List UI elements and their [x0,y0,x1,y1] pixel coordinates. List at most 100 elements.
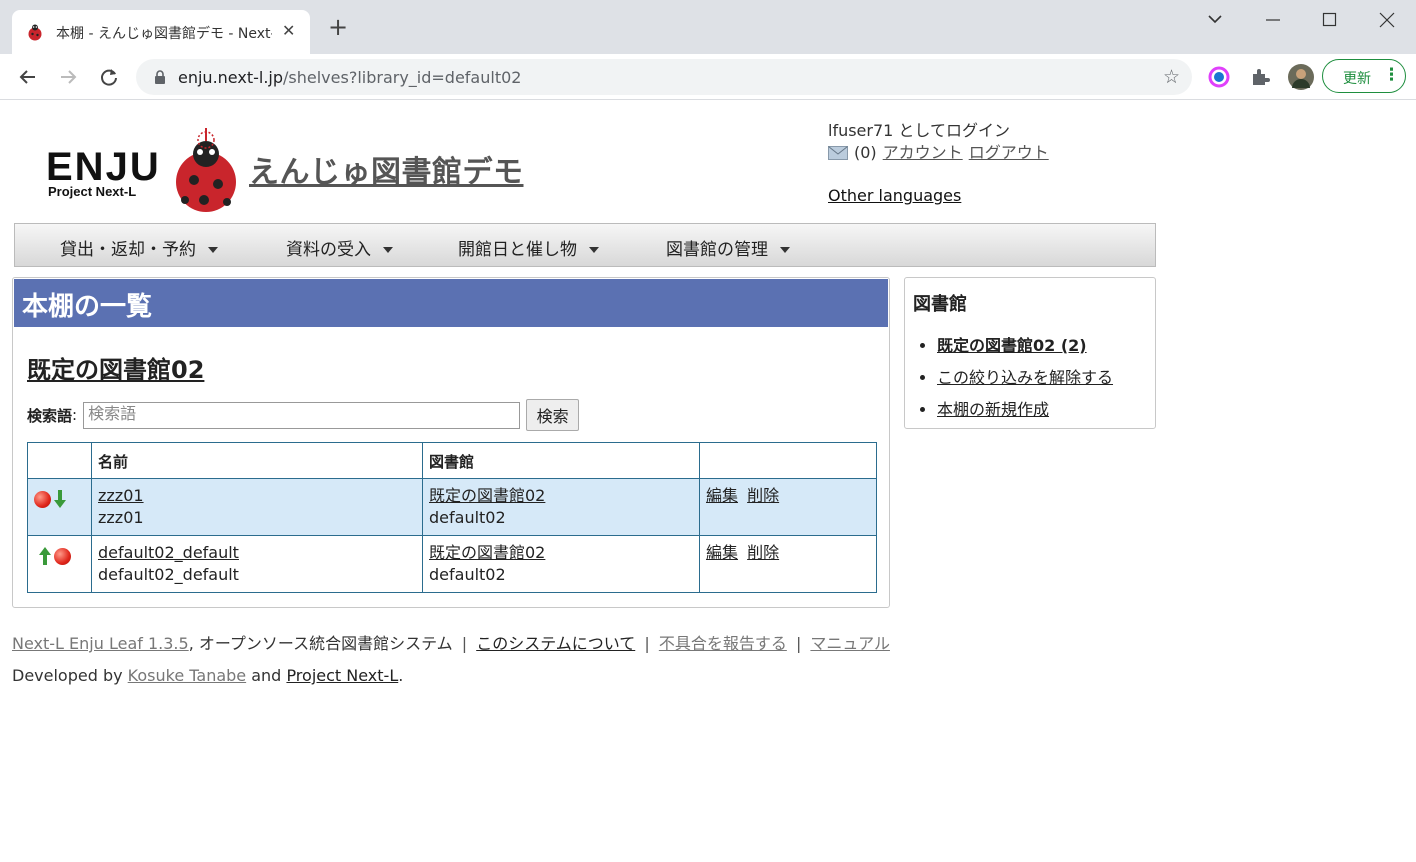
tab-close-icon[interactable]: ✕ [282,21,295,40]
browser-tab[interactable]: 本棚 - えんじゅ図書館デモ - Next-L Enju Leaf ✕ [12,10,310,54]
forward-icon[interactable] [57,66,79,88]
new-tab-icon[interactable]: + [328,15,348,39]
column-header-actions [699,442,877,479]
footer-line-1: Next-L Enju Leaf 1.3.5, オープンソース統合図書館システム… [12,628,890,660]
menu-library-admin[interactable]: 図書館の管理 [666,235,790,260]
project-link[interactable]: Project Next-L [286,666,398,685]
caret-down-icon [208,247,218,253]
shelves-table: 名前 図書館 zzz01 zzz01 既定の図書館02 default02 編集… [27,442,877,593]
row-icons [27,478,92,536]
ladybug-favicon-icon [28,24,42,41]
edit-link[interactable]: 編集 [706,486,738,505]
svg-text:Project Next-L: Project Next-L [48,184,136,199]
sidebar-item-link[interactable]: 既定の図書館02 (2) [937,336,1087,355]
delete-link[interactable]: 削除 [747,543,779,562]
developed-by-text: Developed by [12,666,123,685]
menu-label: 開館日と催し物 [458,240,577,260]
library-link[interactable]: 既定の図書館02 [429,486,545,505]
about-link[interactable]: このシステムについて [476,634,635,653]
move-down-arrow-icon[interactable] [53,489,67,509]
library-sub: default02 [429,565,506,584]
caret-down-icon [383,247,393,253]
minimize-icon[interactable] [1265,12,1281,28]
shelf-name-sub: zzz01 [98,508,144,527]
message-count[interactable]: (0) [854,142,877,164]
search-form: 検索語: 検索 [27,399,580,431]
lock-icon[interactable] [152,69,168,85]
logout-link[interactable]: ログアウト [969,142,1049,164]
bookmark-star-icon[interactable]: ☆ [1163,66,1180,88]
main-menu: 貸出・返却・予約 資料の受入 開館日と催し物 図書館の管理 [14,223,1156,267]
library-link[interactable]: 既定の図書館02 [429,543,545,562]
sidebar-item-new-shelf: 本棚の新規作成 [937,394,1113,426]
delete-link[interactable]: 削除 [747,486,779,505]
search-button[interactable]: 検索 [526,399,580,431]
shelf-name-link[interactable]: zzz01 [98,486,144,505]
mail-icon[interactable] [828,146,848,160]
product-desc: , オープンソース統合図書館システム [188,634,453,653]
menu-label: 図書館の管理 [666,240,768,260]
extensions-puzzle-icon[interactable] [1249,66,1271,88]
more-menu-icon[interactable]: ⋮ [1383,65,1400,85]
login-status: lfuser71 としてログイン [828,121,1010,140]
shelf-name-link[interactable]: default02_default [98,543,239,562]
row-library: 既定の図書館02 default02 [422,535,700,593]
maximize-icon[interactable] [1322,12,1338,28]
browser-tabstrip: 本棚 - えんじゅ図書館デモ - Next-L Enju Leaf ✕ + [0,0,1416,54]
menu-acquisition[interactable]: 資料の受入 [286,235,393,260]
move-up-arrow-icon[interactable] [38,546,52,566]
column-header-library: 図書館 [422,442,700,479]
sidebar-item-link[interactable]: 本棚の新規作成 [937,400,1049,419]
url-text[interactable]: enju.next-l.jp/shelves?library_id=defaul… [178,68,521,87]
red-ball-icon[interactable] [54,547,71,565]
other-languages-link[interactable]: Other languages [828,186,961,205]
page-heading: 本棚の一覧 [14,279,888,327]
window-close-icon[interactable] [1379,12,1395,28]
row-library: 既定の図書館02 default02 [422,478,700,536]
url-path: /shelves?library_id=default02 [283,68,522,87]
row-actions: 編集 削除 [699,535,877,593]
colorful-extension-icon[interactable] [1208,66,1230,88]
profile-avatar[interactable] [1288,64,1314,90]
footer: Next-L Enju Leaf 1.3.5, オープンソース統合図書館システム… [12,628,890,692]
column-header-icons [27,442,92,479]
shelf-list-panel: 本棚の一覧 既定の図書館02 検索語: 検索 名前 図書館 [12,277,890,608]
site-title-link[interactable]: えんじゅ図書館デモ [249,147,524,191]
table-row: default02_default default02_default 既定の図… [27,535,877,593]
menu-label: 資料の受入 [286,240,371,260]
sidebar-item-link[interactable]: この絞り込みを解除する [937,368,1113,387]
menu-circulation[interactable]: 貸出・返却・予約 [60,235,218,260]
row-actions: 編集 削除 [699,478,877,536]
product-link[interactable]: Next-L Enju Leaf 1.3.5 [12,634,189,653]
row-name: default02_default default02_default [91,535,423,593]
period-text: . [398,666,404,685]
account-link[interactable]: アカウント [883,142,963,164]
address-bar[interactable]: enju.next-l.jp/shelves?library_id=defaul… [136,59,1192,95]
separator: | [461,634,468,653]
column-header-name: 名前 [91,442,423,479]
separator: | [795,634,802,653]
menu-events[interactable]: 開館日と催し物 [458,235,599,260]
back-icon[interactable] [17,66,39,88]
update-label: 更新 [1343,71,1371,87]
manual-link[interactable]: マニュアル [810,634,890,653]
table-header-row: 名前 図書館 [27,442,877,479]
tab-search-chevron-icon[interactable] [1206,12,1224,26]
edit-link[interactable]: 編集 [706,543,738,562]
library-title-link[interactable]: 既定の図書館02 [27,350,204,385]
author-link[interactable]: Kosuke Tanabe [128,666,246,685]
footer-line-2: Developed by Kosuke Tanabe and Project N… [12,660,890,692]
enju-logo[interactable]: ENJU Project Next-L [44,124,240,220]
reload-icon[interactable] [98,66,120,88]
and-text: and [251,666,282,685]
search-input[interactable] [83,401,521,429]
page: ENJU Project Next-L えんじゅ図書館デモ lfuser71 と… [0,100,1416,862]
row-name: zzz01 zzz01 [91,478,423,536]
red-ball-icon[interactable] [34,490,51,508]
svg-text:ENJU: ENJU [46,145,161,189]
menu-label: 貸出・返却・予約 [60,240,196,260]
update-button[interactable]: 更新 ⋮ [1322,59,1406,93]
library-sidebar: 図書館 既定の図書館02 (2) この絞り込みを解除する 本棚の新規作成 [904,277,1156,429]
sidebar-title: 図書館 [913,294,967,315]
bug-report-link[interactable]: 不具合を報告する [659,634,787,653]
